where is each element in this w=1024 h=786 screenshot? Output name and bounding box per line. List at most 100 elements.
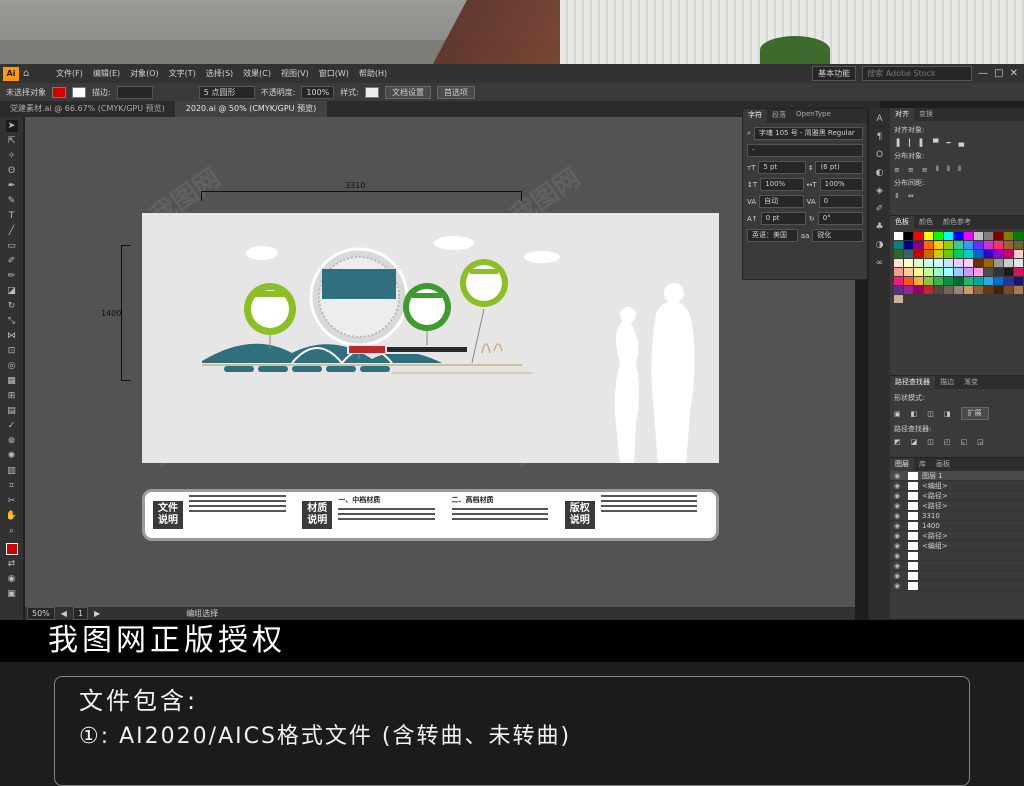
color-swatch[interactable] bbox=[904, 286, 913, 294]
vertical-scale-input[interactable]: 100% bbox=[760, 178, 804, 191]
align-top-icon[interactable]: ▀ bbox=[933, 139, 938, 147]
links-panel-icon[interactable]: ∞ bbox=[873, 256, 887, 270]
magic-wand-tool-icon[interactable]: ✧ bbox=[6, 150, 18, 162]
visibility-eye-icon[interactable]: ◉ bbox=[894, 482, 904, 490]
layer-row[interactable]: ◉ bbox=[890, 561, 1024, 571]
color-swatch[interactable] bbox=[974, 250, 983, 258]
color-swatch[interactable] bbox=[904, 250, 913, 258]
color-swatch[interactable] bbox=[974, 277, 983, 285]
color-swatch[interactable] bbox=[904, 241, 913, 249]
color-swatch[interactable] bbox=[894, 250, 903, 258]
selection-tool-icon[interactable]: ➤ bbox=[5, 120, 18, 132]
prev-artboard-icon[interactable]: ◀ bbox=[61, 609, 67, 618]
menu-type[interactable]: 文字(T) bbox=[164, 68, 201, 79]
direct-selection-tool-icon[interactable]: ⇱ bbox=[6, 135, 18, 147]
layer-row[interactable]: ◉ <路径> bbox=[890, 531, 1024, 541]
distribute-left-icon[interactable]: ⦀ bbox=[936, 165, 939, 174]
menu-effect[interactable]: 效果(C) bbox=[238, 68, 276, 79]
align-hcenter-icon[interactable]: ┃ bbox=[907, 139, 911, 147]
eyedropper-tool-icon[interactable]: ✓ bbox=[6, 420, 18, 432]
align-right-icon[interactable]: ▌ bbox=[920, 139, 925, 147]
color-swatch[interactable] bbox=[1014, 259, 1023, 267]
transparency-panel-icon[interactable]: ◑ bbox=[873, 238, 887, 252]
color-swatch[interactable] bbox=[924, 286, 933, 294]
color-swatch[interactable] bbox=[934, 232, 943, 240]
color-swatch[interactable] bbox=[964, 259, 973, 267]
color-swatch[interactable] bbox=[984, 277, 993, 285]
brush-dropdown[interactable]: 5 点圆形 bbox=[198, 85, 255, 99]
merge-icon[interactable]: ◫ bbox=[927, 438, 934, 446]
tab-paragraph[interactable]: 段落 bbox=[767, 109, 791, 123]
visibility-eye-icon[interactable]: ◉ bbox=[894, 532, 904, 540]
color-swatch[interactable] bbox=[974, 232, 983, 240]
rotation-input[interactable]: 0° bbox=[817, 212, 863, 225]
color-swatch[interactable] bbox=[934, 259, 943, 267]
minus-front-icon[interactable]: ◧ bbox=[911, 410, 918, 418]
antialias-dropdown[interactable]: 锐化 bbox=[812, 229, 863, 242]
color-swatch[interactable] bbox=[934, 250, 943, 258]
visibility-eye-icon[interactable]: ◉ bbox=[894, 512, 904, 520]
eraser-tool-icon[interactable]: ◪ bbox=[6, 285, 18, 297]
color-swatch[interactable] bbox=[974, 268, 983, 276]
tab-gradient[interactable]: 渐变 bbox=[959, 376, 983, 389]
line-tool-icon[interactable]: ╱ bbox=[6, 225, 18, 237]
color-swatch[interactable] bbox=[904, 232, 913, 240]
home-icon[interactable]: ⌂ bbox=[23, 68, 37, 79]
font-style-dropdown[interactable]: - bbox=[747, 144, 863, 157]
color-swatch[interactable] bbox=[994, 286, 1003, 294]
color-swatch[interactable] bbox=[1004, 286, 1013, 294]
tab-document-1[interactable]: 党建素材.ai @ 66.67% (CMYK/GPU 预览) bbox=[0, 101, 176, 117]
color-swatch[interactable] bbox=[1014, 241, 1023, 249]
next-artboard-icon[interactable]: ▶ bbox=[94, 609, 100, 618]
scale-tool-icon[interactable]: ⤡ bbox=[6, 315, 18, 327]
zoom-dropdown[interactable]: 50% bbox=[27, 607, 55, 620]
color-swatch[interactable] bbox=[894, 295, 903, 303]
slice-tool-icon[interactable]: ✂ bbox=[6, 495, 18, 507]
pen-tool-icon[interactable]: ✒ bbox=[6, 180, 18, 192]
opacity-input[interactable]: 100% bbox=[301, 85, 335, 99]
exclude-icon[interactable]: ◨ bbox=[944, 410, 951, 418]
document-setup-button[interactable]: 文档设置 bbox=[384, 85, 431, 99]
color-swatch[interactable] bbox=[1004, 259, 1013, 267]
align-vcenter-icon[interactable]: ━ bbox=[946, 139, 950, 147]
blend-tool-icon[interactable]: ⊗ bbox=[6, 435, 18, 447]
type-tool-icon[interactable]: T bbox=[6, 210, 18, 222]
color-swatch[interactable] bbox=[944, 286, 953, 294]
color-swatch[interactable] bbox=[934, 241, 943, 249]
color-swatch[interactable] bbox=[964, 277, 973, 285]
color-swatch[interactable] bbox=[954, 268, 963, 276]
symbol-sprayer-tool-icon[interactable]: ✺ bbox=[6, 450, 18, 462]
paintbrush-tool-icon[interactable]: ✐ bbox=[6, 255, 18, 267]
tab-artboards[interactable]: 画板 bbox=[931, 458, 955, 471]
color-swatch[interactable] bbox=[974, 241, 983, 249]
color-swatch[interactable] bbox=[1004, 250, 1013, 258]
tab-color-guide[interactable]: 颜色参考 bbox=[938, 216, 976, 229]
color-swatch[interactable] bbox=[1004, 241, 1013, 249]
tab-pathfinder[interactable]: 路径查找器 bbox=[890, 376, 935, 389]
symbols-panel-icon[interactable]: ♣ bbox=[873, 220, 887, 234]
swap-colors-icon[interactable]: ⇄ bbox=[6, 558, 18, 570]
distribute-hcenter-icon[interactable]: ⦀ bbox=[947, 165, 950, 174]
layer-row[interactable]: ◉ <编组> bbox=[890, 541, 1024, 551]
color-swatch[interactable] bbox=[994, 268, 1003, 276]
zoom-tool-icon[interactable]: ⌕ bbox=[6, 525, 18, 537]
stock-search-input[interactable]: 搜索 Adobe Stock bbox=[862, 66, 973, 81]
color-swatch[interactable] bbox=[924, 250, 933, 258]
shape-builder-tool-icon[interactable]: ◎ bbox=[6, 360, 18, 372]
tab-opentype[interactable]: OpenType bbox=[791, 109, 836, 123]
column-graph-tool-icon[interactable]: ▥ bbox=[6, 465, 18, 477]
visibility-eye-icon[interactable]: ◉ bbox=[894, 502, 904, 510]
color-swatch[interactable] bbox=[924, 259, 933, 267]
menu-view[interactable]: 视图(V) bbox=[276, 68, 314, 79]
menu-select[interactable]: 选择(S) bbox=[201, 68, 238, 79]
color-swatch[interactable] bbox=[994, 241, 1003, 249]
intersect-icon[interactable]: ◫ bbox=[927, 410, 934, 418]
color-swatch[interactable] bbox=[984, 268, 993, 276]
layer-row[interactable]: ◉ <路径> bbox=[890, 491, 1024, 501]
tab-document-2[interactable]: 2020.ai @ 50% (CMYK/GPU 预览) bbox=[175, 101, 328, 117]
layer-row[interactable]: ◉ <路径> bbox=[890, 501, 1024, 511]
color-swatch[interactable] bbox=[904, 259, 913, 267]
font-family-dropdown[interactable]: 字魂 105 号 - 简雅黑 Regular bbox=[753, 127, 863, 140]
color-swatch[interactable] bbox=[964, 232, 973, 240]
color-swatch[interactable] bbox=[994, 277, 1003, 285]
